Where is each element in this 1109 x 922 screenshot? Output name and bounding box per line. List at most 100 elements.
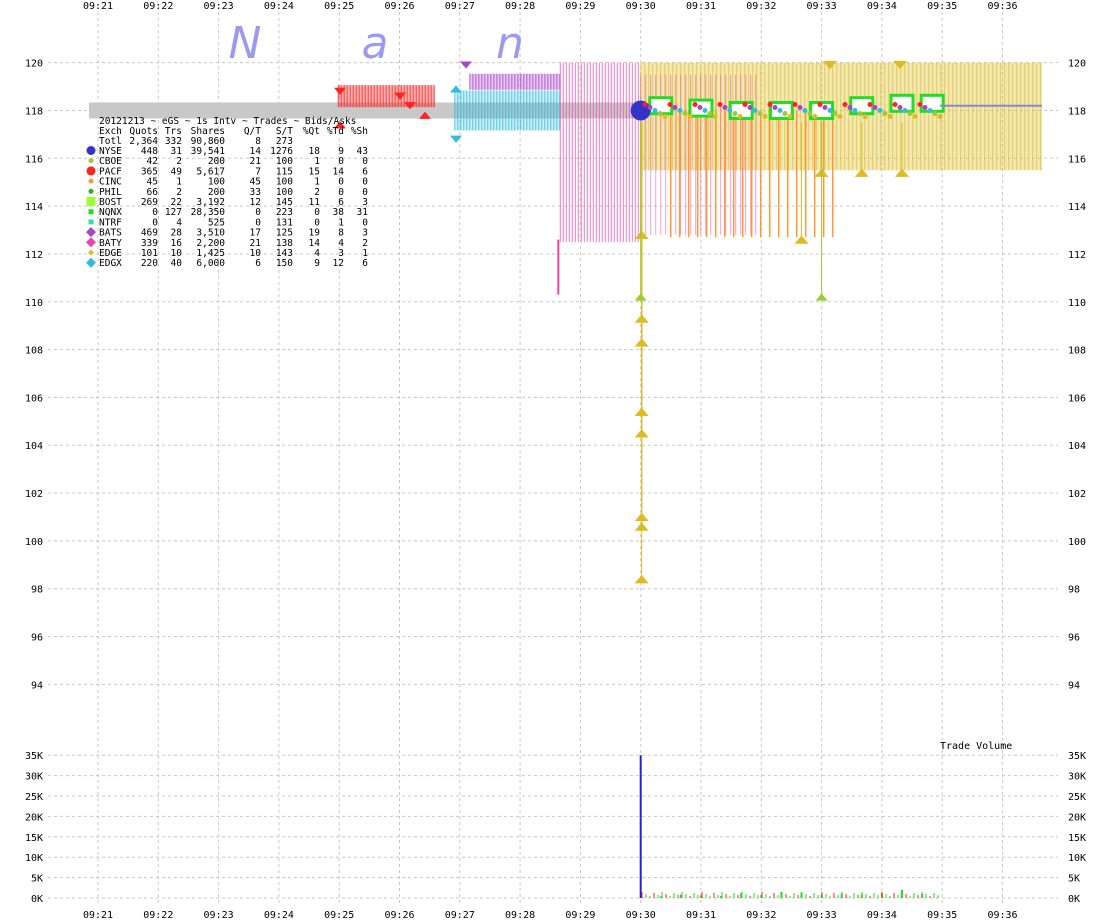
legend-marker-icon <box>88 188 94 194</box>
legend-cell: 6 <box>362 258 368 269</box>
legend-marker-icon <box>86 166 96 176</box>
quote-dot <box>752 107 758 113</box>
price-tick-right: 120 <box>1068 59 1086 70</box>
trade-mark-nyse <box>630 100 651 121</box>
price-tick-left: 104 <box>25 441 43 452</box>
quote-dot <box>717 101 723 107</box>
legend-column-header: %Qt <box>303 126 320 137</box>
legend-marker-icon <box>86 227 96 238</box>
time-tick-bottom: 09:22 <box>143 910 173 921</box>
price-tick-right: 112 <box>1068 250 1086 261</box>
volume-tick-left: 35K <box>25 751 43 762</box>
time-tick-bottom: 09:29 <box>565 910 595 921</box>
quote-dot <box>662 113 668 119</box>
quote-dot <box>882 110 888 116</box>
time-tick-bottom: 09:31 <box>686 910 716 921</box>
volume-tick-right: 25K <box>1068 792 1086 803</box>
volume-layer <box>639 755 939 898</box>
legend-marker-icon <box>86 197 96 206</box>
volume-title: Trade Volume <box>940 741 1012 752</box>
legend-column-header: %Sh <box>351 126 368 137</box>
price-tick-left: 120 <box>25 59 43 70</box>
watermark-letter: N <box>229 18 262 69</box>
quote-dot <box>652 107 658 113</box>
time-tick-top: 09:29 <box>565 1 595 12</box>
quote-dot <box>862 113 868 119</box>
quote-dot <box>722 104 728 110</box>
time-tick-bottom: 09:26 <box>384 910 414 921</box>
price-tick-left: 94 <box>31 680 43 691</box>
price-tick-left: 116 <box>25 154 43 165</box>
quote-dot <box>797 104 803 110</box>
price-tick-right: 104 <box>1068 441 1086 452</box>
time-tick-top: 09:28 <box>505 1 535 12</box>
trade-mark-bats <box>460 61 472 69</box>
time-tick-top: 09:25 <box>324 1 354 12</box>
volume-tick-left: 30K <box>25 772 43 783</box>
time-tick-bottom: 09:36 <box>987 910 1017 921</box>
quote-dot <box>647 104 653 110</box>
quote-dot <box>737 113 743 119</box>
time-tick-bottom: 09:35 <box>927 910 957 921</box>
price-tick-left: 102 <box>25 489 43 500</box>
time-tick-top: 09:30 <box>626 1 656 12</box>
time-tick-bottom: 09:28 <box>505 910 535 921</box>
volume-tick-right: 5K <box>1068 874 1080 885</box>
price-tick-right: 96 <box>1068 633 1080 644</box>
quote-dot <box>832 110 838 116</box>
time-tick-top: 09:31 <box>686 1 716 12</box>
chart-root: Na n 09:21 09:21 09:22 09:22 09:23 09:23 09:24 0… <box>0 0 1109 922</box>
quote-dot <box>857 110 863 116</box>
quote-dot <box>772 104 778 110</box>
quote-dot <box>907 110 913 116</box>
legend-cell: 40 <box>171 258 183 269</box>
quote-dot <box>842 101 848 107</box>
quote-dot <box>812 113 818 119</box>
volume-tick-left: 15K <box>25 833 43 844</box>
quote-dot <box>902 107 908 113</box>
quote-dot <box>802 107 808 113</box>
quote-dot <box>747 104 753 110</box>
volume-tick-right: 15K <box>1068 833 1086 844</box>
quote-dot <box>732 110 738 116</box>
price-tick-right: 114 <box>1068 202 1086 213</box>
time-tick-bottom: 09:27 <box>445 910 475 921</box>
volume-tick-right: 0K <box>1068 894 1080 905</box>
time-tick-top: 09:32 <box>746 1 776 12</box>
quote-dot <box>927 107 933 113</box>
time-tick-bottom: 09:32 <box>746 910 776 921</box>
legend-marker-icon <box>88 219 94 225</box>
legend-exchange-name: EDGX <box>99 258 122 269</box>
quote-dot <box>867 101 873 107</box>
price-tick-left: 100 <box>25 537 43 548</box>
watermark-letter: a <box>362 18 389 69</box>
price-tick-right: 110 <box>1068 298 1086 309</box>
quote-dot <box>742 101 748 107</box>
legend-marker-icon <box>86 237 96 248</box>
time-tick-top: 09:22 <box>143 1 173 12</box>
time-tick-bottom: 09:34 <box>867 910 897 921</box>
price-tick-right: 106 <box>1068 393 1086 404</box>
quote-dot <box>782 110 788 116</box>
quote-dot <box>827 107 833 113</box>
time-tick-top: 09:34 <box>867 1 897 12</box>
quote-dot <box>897 104 903 110</box>
price-tick-right: 94 <box>1068 680 1080 691</box>
legend-marker-icon <box>88 158 94 164</box>
quote-dot <box>917 101 923 107</box>
price-tick-right: 100 <box>1068 537 1086 548</box>
time-tick-top: 09:33 <box>807 1 837 12</box>
time-tick-top: 09:26 <box>384 1 414 12</box>
price-tick-left: 108 <box>25 346 43 357</box>
price-tick-right: 108 <box>1068 346 1086 357</box>
volume-tick-right: 20K <box>1068 812 1086 823</box>
legend-cell: 6,000 <box>196 258 225 269</box>
legend-cell: 150 <box>276 258 293 269</box>
time-tick-bottom: 09:21 <box>83 910 113 921</box>
volume-tick-left: 10K <box>25 853 43 864</box>
quote-dot <box>817 101 823 107</box>
quote-dot <box>642 101 648 107</box>
legend-marker-icon <box>88 209 94 215</box>
price-tick-left: 96 <box>31 633 43 644</box>
time-tick-top: 09:27 <box>445 1 475 12</box>
